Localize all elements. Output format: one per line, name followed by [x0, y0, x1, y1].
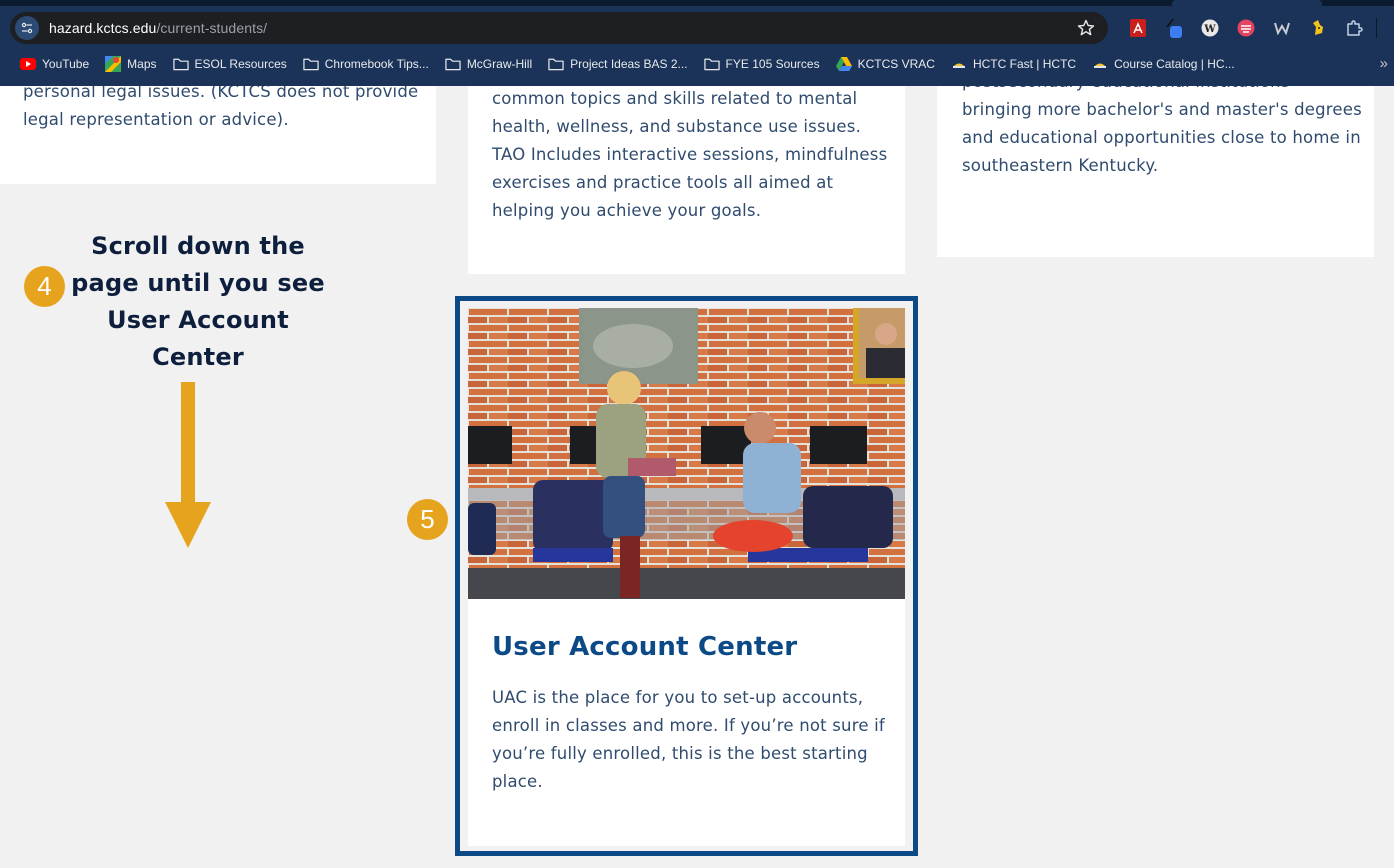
bookmark-kctcs-vrac[interactable]: KCTCS VRAC — [828, 53, 943, 75]
page-content: personal legal issues. (KCTCS does not p… — [0, 44, 1394, 868]
hctc-logo-icon — [1092, 56, 1108, 72]
bookmark-label: HCTC Fast | HCTC — [972, 57, 1077, 71]
bookmark-folder-mcgraw-hill[interactable]: McGraw-Hill — [437, 53, 540, 75]
legal-card-text: personal legal issues. (KCTCS does not p… — [23, 82, 419, 129]
active-tab[interactable] — [1172, 0, 1322, 6]
down-arrow-icon — [165, 382, 211, 548]
bookmark-label: Maps — [127, 57, 157, 71]
step-4-badge: 4 — [24, 266, 65, 307]
extensions-toolbar: W — [1120, 14, 1377, 42]
toolbar-divider — [1376, 18, 1377, 38]
bookmark-star-icon[interactable] — [1076, 18, 1096, 38]
browser-chrome: hazard.kctcs.edu/current-students/ W You — [0, 0, 1394, 86]
uac-card-title[interactable]: User Account Center — [492, 632, 797, 662]
google-maps-icon — [105, 56, 122, 72]
bookmark-label: KCTCS VRAC — [857, 57, 935, 71]
scroll-instruction-text: Scroll down the page until you see User … — [71, 232, 325, 371]
bookmark-folder-esol-resources[interactable]: ESOL Resources — [165, 53, 295, 75]
bookmark-folder-project-ideas[interactable]: Project Ideas BAS 2... — [540, 53, 695, 75]
bookmark-hctc-fast[interactable]: HCTC Fast | HCTC — [943, 53, 1084, 75]
pen-tool-icon[interactable] — [1156, 14, 1192, 42]
bookmark-label: YouTube — [42, 57, 90, 71]
bookmark-youtube[interactable]: YouTube — [12, 53, 97, 75]
svg-text:W: W — [1203, 24, 1216, 35]
adobe-acrobat-icon[interactable] — [1120, 14, 1156, 42]
folder-icon — [303, 56, 319, 72]
address-bar[interactable]: hazard.kctcs.edu/current-students/ — [10, 12, 1108, 44]
bookmark-label: McGraw-Hill — [466, 57, 533, 71]
uac-card-text: UAC is the place for you to set-up accou… — [492, 688, 885, 791]
uac-highlight-frame: User Account Center UAC is the place for… — [455, 296, 918, 856]
tao-card-text: common topics and skills related to ment… — [492, 89, 888, 220]
site-settings-icon[interactable] — [15, 16, 39, 40]
youtube-icon — [20, 56, 36, 72]
pikachu-icon[interactable] — [1300, 14, 1336, 42]
bookmark-label: Chromebook Tips... — [324, 57, 429, 71]
folder-icon — [548, 56, 564, 72]
step-5-badge: 5 — [407, 499, 448, 540]
folder-icon — [445, 56, 461, 72]
bookmark-label: Course Catalog | HC... — [1114, 57, 1235, 71]
bookmark-folder-fye-105-sources[interactable]: FYE 105 Sources — [696, 53, 828, 75]
url-host: hazard.kctcs.edu — [49, 20, 157, 36]
google-drive-icon — [835, 56, 852, 72]
bookmarks-bar: YouTube Maps ESOL Resources Chromebook T… — [12, 53, 1243, 75]
url-path: /current-students/ — [156, 20, 268, 36]
wikipedia-icon[interactable]: W — [1192, 14, 1228, 42]
tab-strip — [0, 0, 1394, 6]
url-text[interactable]: hazard.kctcs.edu/current-students/ — [49, 20, 267, 36]
wordtune-icon[interactable] — [1264, 14, 1300, 42]
bookmark-label: Project Ideas BAS 2... — [570, 57, 688, 71]
user-account-center-card[interactable]: User Account Center UAC is the place for… — [468, 308, 905, 846]
bookmark-course-catalog[interactable]: Course Catalog | HC... — [1084, 53, 1243, 75]
bookmark-folder-chromebook-tips[interactable]: Chromebook Tips... — [295, 53, 437, 75]
bookmark-label: ESOL Resources — [194, 57, 287, 71]
todoist-icon[interactable] — [1228, 14, 1264, 42]
bookmark-maps[interactable]: Maps — [97, 53, 164, 75]
more-bookmarks-chevron-icon[interactable]: » — [1380, 55, 1388, 72]
folder-icon — [703, 56, 720, 72]
bookmark-label: FYE 105 Sources — [725, 57, 820, 71]
extensions-puzzle-icon[interactable] — [1336, 14, 1372, 42]
folder-icon — [172, 56, 189, 72]
students-at-computers-photo — [468, 308, 905, 599]
hctc-logo-icon — [951, 56, 967, 72]
